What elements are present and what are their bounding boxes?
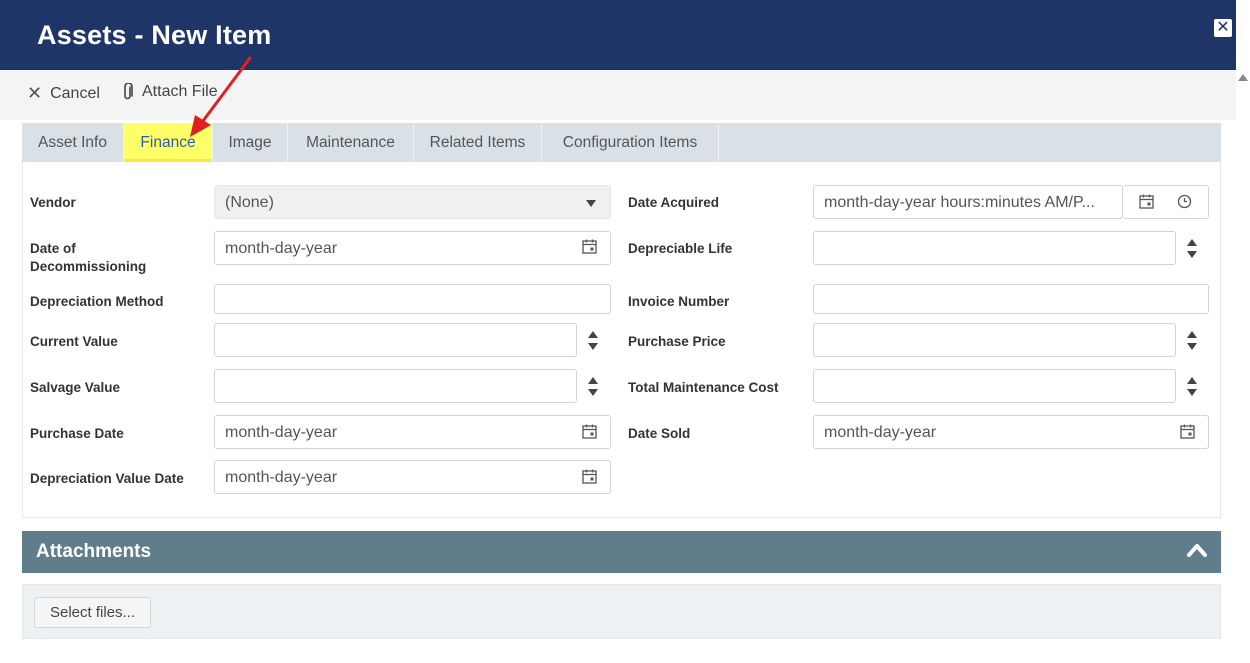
chevron-down-icon — [1187, 251, 1197, 258]
depreciation-method-field[interactable] — [214, 284, 611, 314]
vendor-select[interactable]: (None) — [214, 185, 611, 219]
depreciation-value-date-label: Depreciation Value Date — [30, 471, 184, 486]
total-maintenance-cost-field[interactable] — [813, 369, 1176, 403]
chevron-up-icon — [1187, 377, 1197, 384]
chevron-up-icon[interactable] — [1187, 543, 1207, 557]
depreciable-life-label: Depreciable Life — [628, 241, 733, 256]
purchase-date-field[interactable]: month-day-year — [214, 415, 611, 449]
date-acquired-picker-group — [1123, 185, 1209, 219]
calendar-icon[interactable] — [582, 239, 597, 254]
date-sold-field[interactable]: month-day-year — [813, 415, 1209, 449]
salvage-value-label: Salvage Value — [30, 380, 121, 395]
purchase-price-stepper[interactable] — [1187, 330, 1197, 352]
depreciation-value-date-field[interactable]: month-day-year — [214, 460, 611, 494]
salvage-value-field[interactable] — [214, 369, 577, 403]
scrollbar-up-arrow-icon[interactable] — [1238, 74, 1248, 81]
vendor-value: (None) — [225, 194, 274, 211]
date-sold-label: Date Sold — [628, 426, 691, 441]
chevron-down-icon — [1187, 389, 1197, 396]
purchase-price-label: Purchase Price — [628, 334, 726, 349]
cancel-button[interactable]: ✕ Cancel — [27, 83, 100, 104]
tab-asset-info[interactable]: Asset Info — [22, 123, 124, 162]
current-value-label: Current Value — [30, 334, 118, 349]
chevron-up-icon — [588, 377, 598, 384]
window-title: Assets - New Item — [37, 20, 272, 50]
annotation-arrow-icon — [190, 56, 252, 137]
tab-configuration-items[interactable]: Configuration Items — [542, 123, 719, 162]
attachments-title: Attachments — [36, 541, 152, 562]
depreciable-life-stepper[interactable] — [1187, 238, 1197, 260]
calendar-icon[interactable] — [1139, 194, 1154, 209]
tab-maintenance[interactable]: Maintenance — [288, 123, 414, 162]
cancel-label: Cancel — [50, 84, 100, 102]
depreciable-life-field[interactable] — [813, 231, 1176, 265]
paperclip-icon — [124, 83, 133, 100]
calendar-icon[interactable] — [1180, 424, 1195, 439]
current-value-field[interactable] — [214, 323, 577, 357]
select-files-button[interactable]: Select files... — [34, 597, 151, 628]
invoice-number-field[interactable] — [813, 284, 1209, 314]
date-acquired-field[interactable]: month-day-year hours:minutes AM/P... — [813, 185, 1123, 219]
date-of-decommissioning-field[interactable]: month-day-year — [214, 231, 611, 265]
close-icon: ✕ — [27, 83, 43, 103]
date-of-decommissioning-label: Date of Decommissioning — [30, 241, 147, 274]
chevron-down-icon — [588, 389, 598, 396]
chevron-up-icon — [588, 331, 598, 338]
depreciation-method-label: Depreciation Method — [30, 294, 164, 309]
chevron-up-icon — [1187, 331, 1197, 338]
current-value-stepper[interactable] — [588, 330, 598, 352]
calendar-icon[interactable] — [582, 469, 597, 484]
total-maintenance-cost-label: Total Maintenance Cost — [628, 380, 779, 395]
purchase-date-label: Purchase Date — [30, 426, 124, 441]
invoice-number-label: Invoice Number — [628, 294, 730, 309]
vendor-label: Vendor — [30, 195, 76, 210]
date-acquired-label: Date Acquired — [628, 195, 720, 210]
salvage-value-stepper[interactable] — [588, 376, 598, 398]
attachments-area: Select files... — [22, 584, 1221, 639]
attachments-header[interactable]: Attachments — [22, 531, 1221, 573]
total-maintenance-cost-stepper[interactable] — [1187, 376, 1197, 398]
chevron-up-icon — [1187, 239, 1197, 246]
purchase-price-field[interactable] — [813, 323, 1176, 357]
clock-icon[interactable] — [1177, 194, 1192, 209]
close-icon[interactable]: ✕ — [1212, 17, 1234, 39]
chevron-down-icon — [588, 343, 598, 350]
calendar-icon[interactable] — [582, 424, 597, 439]
tab-related-items[interactable]: Related Items — [414, 123, 542, 162]
chevron-down-icon — [1187, 343, 1197, 350]
date-of-decommissioning-placeholder: month-day-year — [225, 240, 338, 257]
chevron-down-icon — [586, 200, 596, 207]
